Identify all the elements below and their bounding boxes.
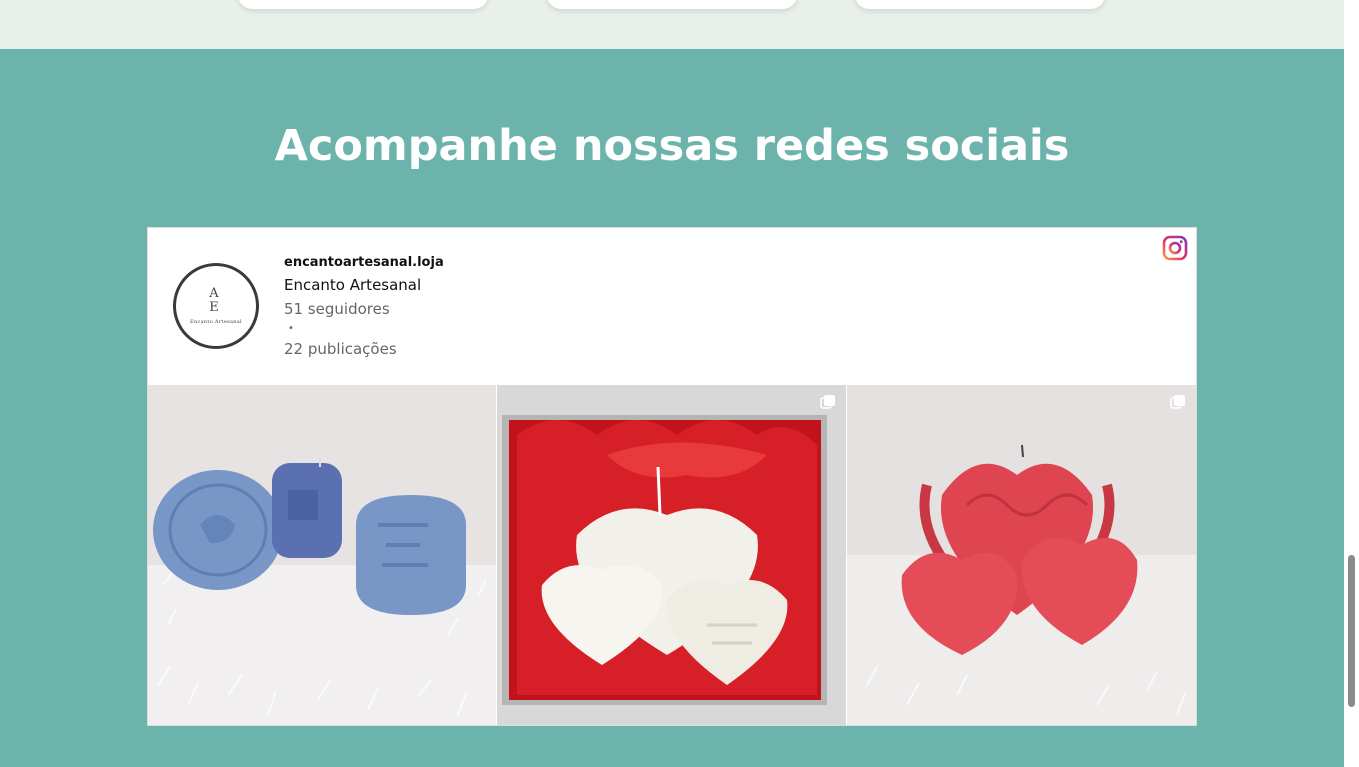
profile-info: encantoartesanal.loja Encanto Artesanal …: [284, 254, 444, 359]
section-title: Acompanhe nossas redes sociais: [274, 121, 1070, 171]
instagram-post[interactable]: [846, 385, 1196, 725]
instagram-post[interactable]: [148, 385, 498, 725]
page-scrollbar[interactable]: [1344, 0, 1359, 767]
avatar-brand-text: Encanto Artesanal: [190, 319, 242, 325]
feature-card: [238, 0, 488, 9]
followers-count: 51 seguidores: [284, 300, 390, 318]
post-photo-white-heart-candles: [497, 385, 846, 725]
avatar-monogram-bottom: E: [209, 300, 223, 315]
instagram-post-grid: [148, 385, 1196, 725]
instagram-icon[interactable]: [1162, 235, 1188, 261]
avatar-monogram-top: A: [209, 286, 223, 301]
avatar[interactable]: A E Encanto Artesanal: [173, 263, 259, 349]
profile-username[interactable]: encantoartesanal.loja: [284, 254, 444, 272]
avatar-logo: A E Encanto Artesanal: [176, 266, 256, 346]
multiple-images-icon: [1170, 395, 1185, 409]
posts-count: 22 publicações: [284, 340, 397, 358]
post-photo-red-heart-candles: [846, 385, 1196, 725]
instagram-profile-header: A E Encanto Artesanal encantoartesanal.l…: [148, 228, 1196, 385]
social-section: Acompanhe nossas redes sociais A E Encan…: [0, 49, 1344, 767]
scrollbar-thumb[interactable]: [1348, 555, 1355, 707]
feature-card: [855, 0, 1105, 9]
multiple-images-icon: [819, 395, 835, 409]
feature-card: [547, 0, 797, 9]
stats-separator: •: [288, 323, 294, 334]
post-photo-blue-candles: [148, 385, 497, 725]
profile-full-name: Encanto Artesanal: [284, 276, 422, 294]
instagram-post[interactable]: [497, 385, 847, 725]
instagram-feed-widget: A E Encanto Artesanal encantoartesanal.l…: [147, 227, 1197, 726]
previous-section: [0, 0, 1344, 49]
